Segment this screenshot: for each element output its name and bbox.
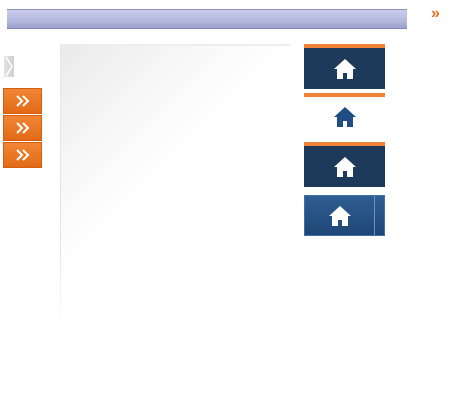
double-chevron-right-icon[interactable]: » — [431, 6, 440, 22]
home-icon — [333, 106, 356, 127]
home-tile-1[interactable] — [304, 44, 385, 89]
content-panel — [60, 44, 290, 334]
double-chevron-right-icon — [15, 149, 29, 161]
double-chevron-right-icon — [15, 95, 29, 107]
chevron-right-icon[interactable] — [4, 56, 14, 77]
tile-divider — [374, 196, 375, 235]
home-icon — [328, 205, 351, 226]
home-tile-4[interactable] — [304, 195, 385, 236]
home-tile-3[interactable] — [304, 142, 385, 187]
expand-button-2[interactable] — [3, 115, 42, 141]
double-chevron-right-icon — [15, 122, 29, 134]
home-icon — [333, 58, 356, 79]
expand-button-1[interactable] — [3, 88, 42, 114]
header-bar — [7, 9, 407, 29]
expand-button-3[interactable] — [3, 142, 42, 168]
home-tile-2[interactable] — [304, 93, 385, 136]
home-icon — [333, 156, 356, 177]
